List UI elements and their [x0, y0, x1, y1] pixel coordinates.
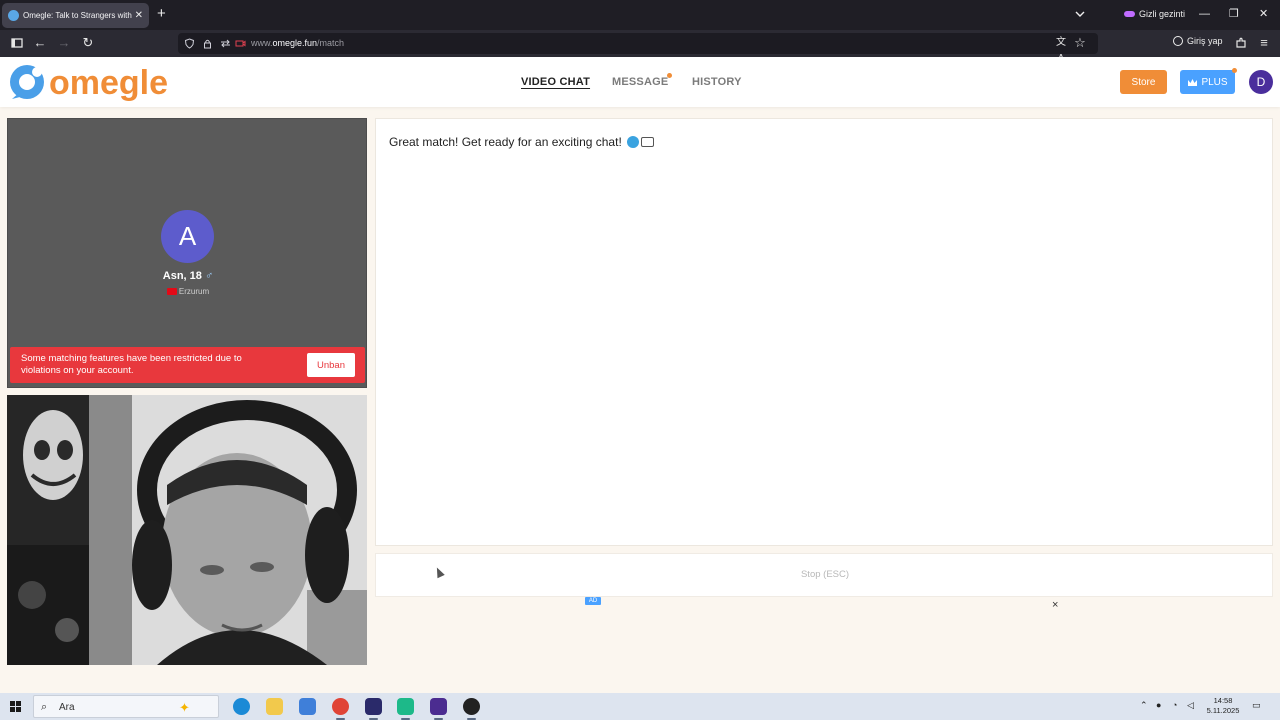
system-message: Great match! Get ready for an exciting c…: [389, 135, 654, 149]
private-browsing-indicator: Gizli gezinti: [1124, 9, 1185, 19]
obs-record-icon[interactable]: [463, 698, 480, 720]
microphone-icon[interactable]: ●: [1156, 700, 1161, 710]
tab-title: Omegle: Talk to Strangers with: [23, 11, 132, 20]
shield-icon[interactable]: [184, 38, 195, 49]
browser-tab-strip: Omegle: Talk to Strangers with ✕ + Gizli…: [0, 0, 1280, 30]
stranger-name-age: Asn, 18: [162, 270, 202, 282]
signin-button[interactable]: Giriş yap: [1173, 36, 1223, 46]
url-text: www.omegle.fun/match: [251, 38, 344, 48]
edge-browser-icon[interactable]: [233, 698, 250, 715]
turkey-flag-icon: [166, 288, 177, 295]
close-window-button[interactable]: ✕: [1259, 8, 1268, 20]
chrome-icon[interactable]: [332, 698, 349, 720]
plus-notification-dot: [1232, 68, 1237, 73]
windows-start-icon[interactable]: [10, 701, 21, 712]
private-browsing-label: Gizli gezinti: [1139, 9, 1186, 19]
minimize-button[interactable]: —: [1199, 8, 1210, 20]
copilot-sparkle-icon[interactable]: ✦: [179, 700, 190, 716]
volume-icon[interactable]: ◁: [1187, 700, 1194, 711]
windows-taskbar: ⌕ Ara ✦ ⌃ ● ◔ ◁ 14:58 5.11.2025 ▭: [0, 693, 1280, 720]
maximize-button[interactable]: ❐: [1229, 8, 1239, 20]
nav-message[interactable]: MESSAGE: [612, 76, 668, 88]
browser-toolbar: ← → ↻ www.omegle.fun/match 文A ☆ Giriş ya…: [0, 30, 1280, 64]
tray-chevron-up-icon[interactable]: ⌃: [1140, 700, 1148, 711]
android-app-icon[interactable]: [397, 698, 414, 720]
private-mask-icon: [1124, 11, 1135, 17]
site-header: omegle VIDEO CHAT MESSAGE HISTORY Store …: [0, 57, 1280, 107]
clock-date: 5.11.2025: [1206, 706, 1240, 715]
stranger-name: Asn, 18 ♂: [8, 270, 368, 282]
reload-icon[interactable]: ↻: [80, 35, 96, 51]
signin-label: Giriş yap: [1187, 36, 1223, 46]
search-icon: ⌕: [41, 701, 48, 713]
plus-button[interactable]: PLUS: [1180, 70, 1235, 94]
chat-controls-bar: Stop (ESC): [375, 553, 1273, 597]
omegle-logo-icon: [10, 65, 44, 99]
ad-close-button[interactable]: ×: [1052, 600, 1058, 611]
file-explorer-icon[interactable]: [266, 698, 283, 715]
sidebar-toggle-icon[interactable]: [9, 35, 25, 51]
restriction-banner: Some matching features have been restric…: [10, 347, 365, 383]
male-gender-icon: ♂: [204, 270, 214, 282]
notification-icon[interactable]: ▭: [1252, 700, 1261, 711]
message-notification-dot: [667, 73, 672, 78]
taskbar-search[interactable]: ⌕ Ara ✦: [33, 695, 219, 718]
system-message-text: Great match! Get ready for an exciting c…: [389, 135, 622, 149]
omegle-logo[interactable]: omegle: [7, 63, 168, 103]
url-prefix: www.: [251, 38, 273, 48]
outlook-icon[interactable]: [299, 698, 316, 715]
stranger-location-text: Erzurum: [178, 287, 210, 296]
clock-time: 14:58: [1213, 696, 1233, 705]
url-domain: omegle.fun: [272, 38, 318, 48]
taskbar-clock[interactable]: 14:58 5.11.2025: [1205, 696, 1241, 716]
user-avatar[interactable]: D: [1249, 70, 1273, 94]
globe-emoji-icon: [626, 136, 639, 148]
webcam-image: [7, 395, 367, 665]
crown-icon: [1188, 78, 1198, 86]
translate-icon[interactable]: 文A: [1053, 35, 1069, 64]
tab-list-chevron-down-icon[interactable]: [1073, 7, 1087, 21]
plus-label: PLUS: [1201, 76, 1228, 88]
restriction-message: Some matching features have been restric…: [21, 353, 242, 376]
stop-button[interactable]: Stop (ESC): [376, 569, 1274, 580]
bookmark-star-icon[interactable]: ☆: [1072, 35, 1088, 51]
chat-panel: Great match! Get ready for an exciting c…: [375, 118, 1273, 546]
new-tab-button[interactable]: +: [157, 6, 166, 22]
extensions-icon[interactable]: [1233, 35, 1249, 51]
proton-vpn-icon[interactable]: [365, 698, 382, 720]
tab-close-button[interactable]: ✕: [135, 10, 143, 21]
speech-bubble-emoji-icon: [640, 137, 654, 147]
permissions-icon[interactable]: [220, 38, 231, 49]
account-icon: [1173, 36, 1183, 46]
stranger-avatar: A: [161, 210, 214, 263]
network-icon[interactable]: ◔: [1172, 700, 1177, 710]
stranger-location: Erzurum: [8, 287, 368, 296]
camera-blocked-icon[interactable]: [235, 38, 246, 49]
address-bar[interactable]: www.omegle.fun/match: [178, 33, 1098, 54]
logo-text: omegle: [49, 64, 169, 102]
self-camera-feed: [7, 395, 367, 665]
store-button[interactable]: Store: [1120, 70, 1167, 94]
browser-tab[interactable]: Omegle: Talk to Strangers with ✕: [2, 3, 149, 28]
nav-video-chat[interactable]: VIDEO CHAT: [521, 76, 590, 88]
back-arrow-icon[interactable]: ←: [32, 35, 48, 51]
firefox-private-icon[interactable]: [430, 698, 447, 720]
forward-arrow-icon[interactable]: →: [56, 35, 72, 51]
url-path: /match: [317, 38, 345, 48]
unban-button[interactable]: Unban: [307, 353, 355, 377]
omegle-favicon-icon: [8, 10, 19, 21]
menu-hamburger-icon[interactable]: ≡: [1256, 35, 1272, 51]
ad-badge: AD: [585, 597, 601, 605]
lock-icon[interactable]: [202, 38, 213, 49]
nav-history[interactable]: HISTORY: [692, 76, 742, 88]
taskbar-search-text: Ara: [59, 702, 75, 713]
stranger-video-panel: A Asn, 18 ♂ Erzurum Some matching featur…: [7, 118, 367, 388]
